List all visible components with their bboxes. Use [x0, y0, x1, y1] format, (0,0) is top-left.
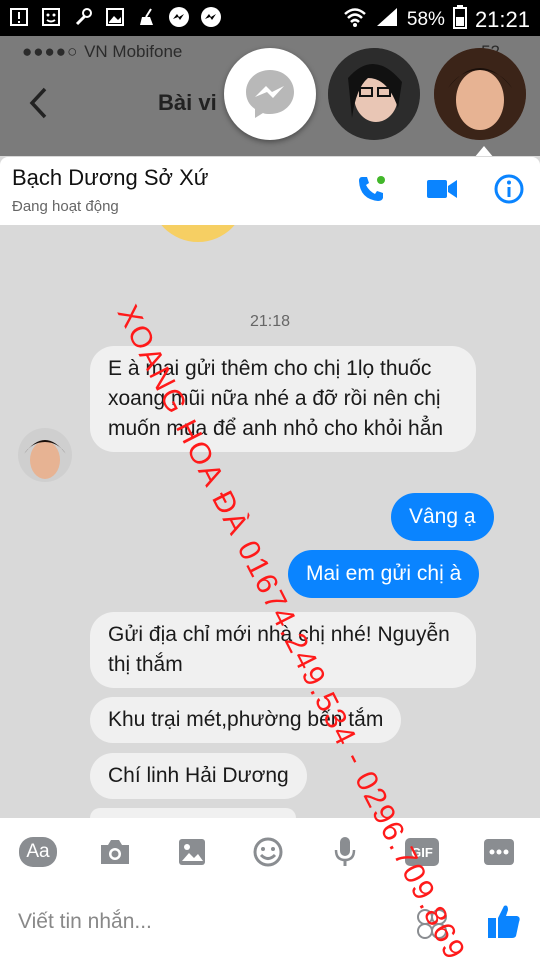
background-title: Bài vi: [158, 90, 217, 115]
background-back-icon: [28, 86, 48, 125]
image-icon: [104, 6, 126, 28]
clock: 21:21: [474, 7, 530, 32]
avatar: [328, 48, 420, 140]
background-carrier: ●●●●○ VN Mobifone: [22, 42, 183, 61]
message-bubble-outgoing[interactable]: Vâng ạ: [391, 493, 494, 541]
alert-icon: [8, 6, 30, 28]
microphone-icon: [334, 837, 356, 866]
wifi-icon: [343, 7, 367, 33]
message-bubble-outgoing[interactable]: Mai em gửi chị à: [288, 550, 480, 598]
contact-avatar[interactable]: [18, 428, 72, 482]
messenger-chathead[interactable]: [224, 48, 316, 140]
face-icon: [40, 6, 62, 28]
avatar: [434, 48, 526, 140]
active-status: Đang hoạt động: [12, 198, 119, 215]
like-button[interactable]: [486, 902, 522, 942]
image-icon: [179, 839, 205, 865]
status-bar: 58% 21:21: [0, 0, 540, 36]
notification-icons: [8, 6, 222, 28]
contact-chathead-1[interactable]: [328, 48, 420, 140]
aa-icon: Aa: [19, 837, 57, 867]
broom-icon: [136, 6, 158, 28]
gallery-button[interactable]: [172, 834, 212, 870]
contact-name[interactable]: Bạch Dương Sở Xứ: [12, 165, 209, 191]
signal-icon: [375, 6, 399, 34]
phone-icon: [359, 176, 385, 201]
info-icon: [494, 174, 524, 204]
messenger-icon: [168, 6, 190, 28]
more-icon: [484, 839, 514, 865]
message-bubble-partial: [90, 808, 296, 818]
battery-percent: 58%: [406, 9, 445, 30]
video-camera-icon: [427, 180, 457, 198]
voice-button[interactable]: [325, 834, 365, 870]
messenger-icon: [246, 70, 294, 118]
smiley-icon: [253, 837, 283, 867]
message-timestamp: 21:18: [249, 313, 291, 330]
battery-icon: [452, 5, 467, 35]
camera-icon: [101, 840, 129, 864]
wrench-icon: [72, 6, 94, 28]
camera-button[interactable]: [95, 834, 135, 870]
more-button[interactable]: [479, 834, 519, 870]
contact-chathead-2[interactable]: [434, 48, 526, 140]
avatar: [18, 428, 72, 482]
call-button[interactable]: [354, 172, 388, 206]
status-right: 58% 21:21: [343, 5, 530, 35]
video-call-button[interactable]: [425, 172, 459, 206]
thumbs-up-icon: [488, 905, 520, 938]
info-button[interactable]: [492, 172, 526, 206]
message-bubble-incoming[interactable]: Chí linh Hải Dương: [90, 753, 307, 799]
emoji-button[interactable]: [248, 834, 288, 870]
message-input[interactable]: Viết tin nhắn...: [18, 910, 152, 934]
messenger-icon: [200, 6, 222, 28]
text-format-button[interactable]: Aa: [18, 834, 58, 870]
